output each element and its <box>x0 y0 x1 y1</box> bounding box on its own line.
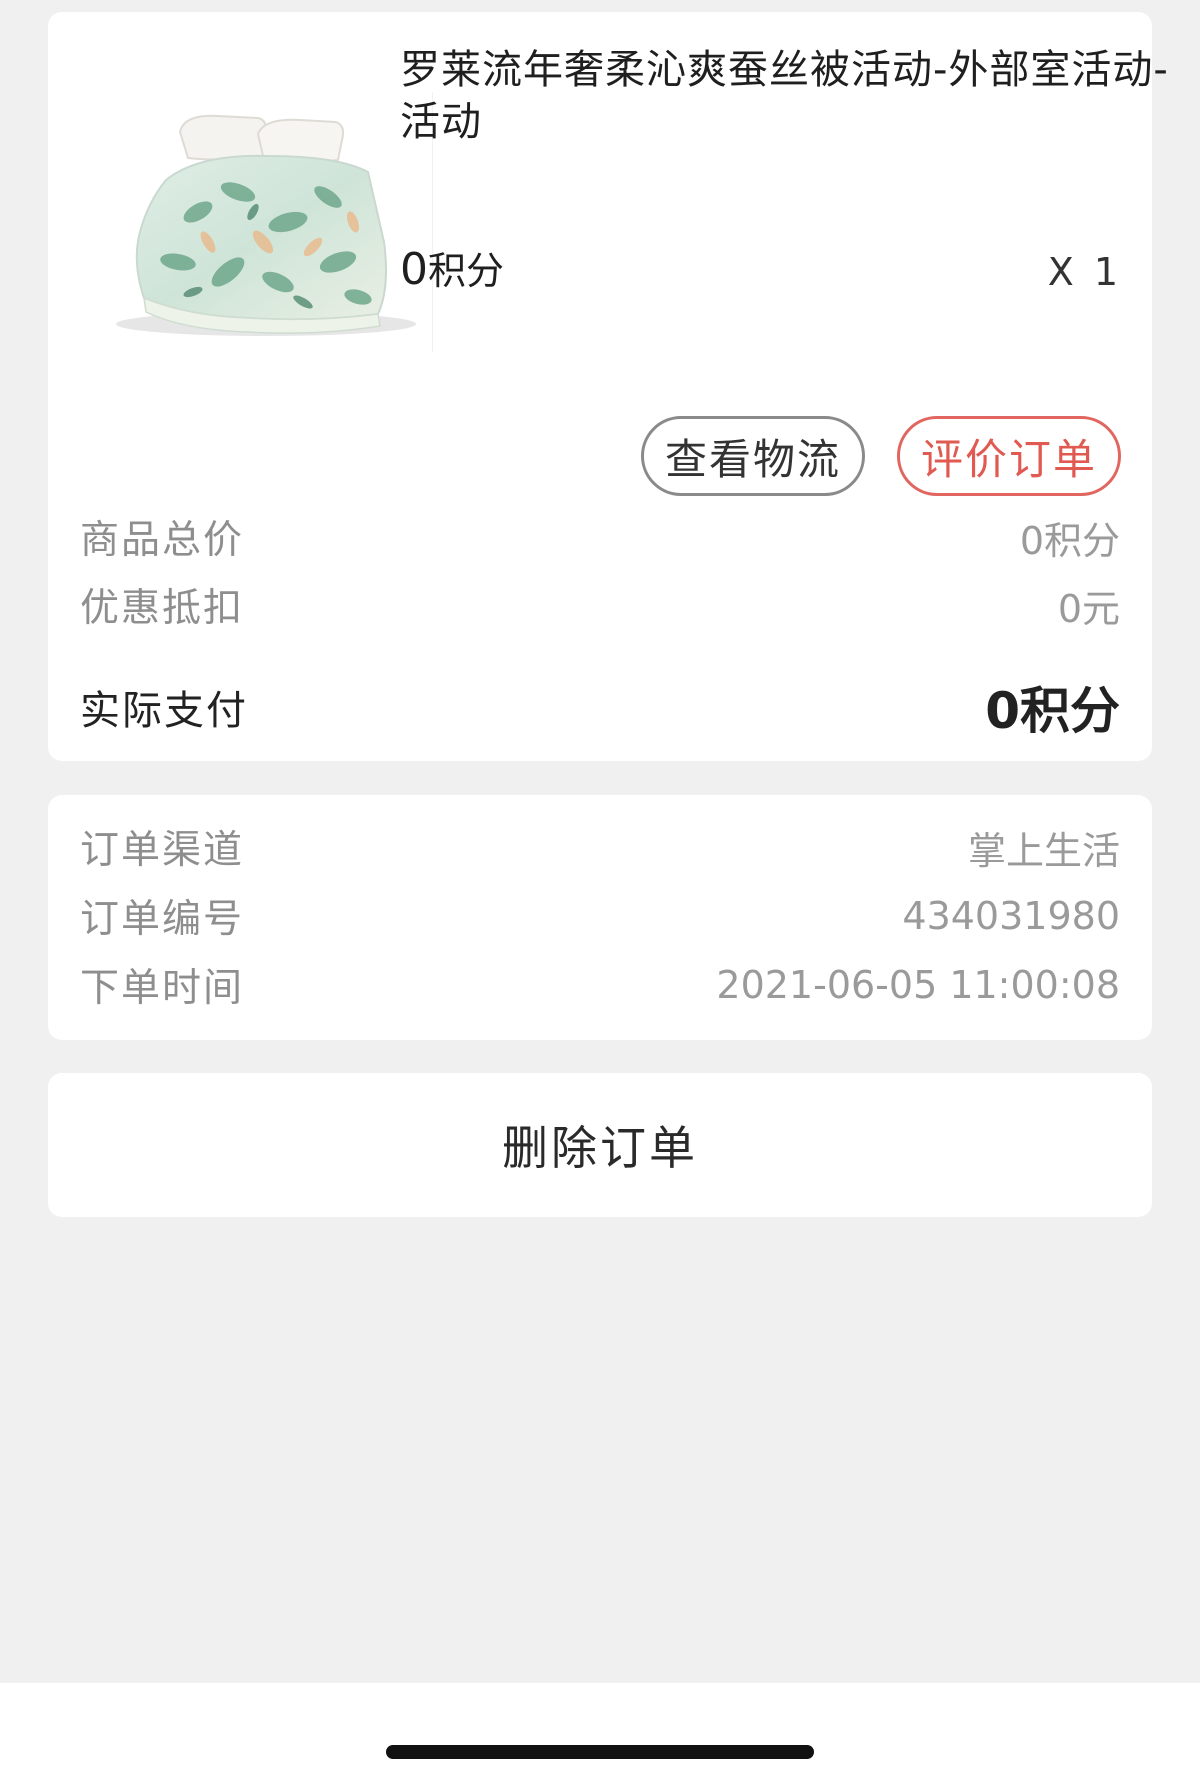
view-logistics-button[interactable]: 查看物流 <box>641 416 865 496</box>
order-time-label: 下单时间 <box>80 966 245 1011</box>
order-channel-row: 订单渠道 掌上生活 <box>80 819 1120 875</box>
total-price-row: 商品总价 0积分 <box>80 509 1120 565</box>
product-card: 罗莱流年奢柔沁爽蚕丝被活动-外部室活动-活动 0积分 X 1 查看物流 评价订单 <box>48 12 1168 507</box>
price-summary-card: 商品总价 0积分 优惠抵扣 0元 实际支付 0积分 <box>48 507 1152 761</box>
order-channel-value: 掌上生活 <box>967 828 1120 873</box>
order-time-value: 2021-06-05 11:00:08 <box>716 963 1120 1007</box>
product-price: 0积分 <box>400 240 504 295</box>
order-number-row: 订单编号 434031980 <box>80 888 1120 944</box>
order-number-value[interactable]: 434031980 <box>902 894 1120 938</box>
order-info-card: 订单渠道 掌上生活 订单编号 434031980 下单时间 2021-06-05… <box>48 795 1152 1040</box>
product-quantity: X 1 <box>1047 250 1122 294</box>
actual-payment-value: 0积分 <box>985 682 1120 740</box>
home-indicator[interactable] <box>386 1745 814 1759</box>
total-price-label: 商品总价 <box>80 518 245 563</box>
bedding-product-image <box>116 114 416 336</box>
delete-order-label: 删除订单 <box>502 1121 698 1175</box>
product-price-number: 0 <box>400 244 428 295</box>
review-order-button[interactable]: 评价订单 <box>897 416 1121 496</box>
product-image[interactable] <box>88 92 433 352</box>
product-title[interactable]: 罗莱流年奢柔沁爽蚕丝被活动-外部室活动-活动 <box>400 44 1190 148</box>
product-price-unit: 积分 <box>428 249 505 293</box>
order-detail-page: 罗莱流年奢柔沁爽蚕丝被活动-外部室活动-活动 0积分 X 1 查看物流 评价订单… <box>0 0 1200 1782</box>
total-price-value: 0积分 <box>1019 518 1120 563</box>
discount-row: 优惠抵扣 0元 <box>80 577 1120 633</box>
discount-label: 优惠抵扣 <box>80 586 245 631</box>
order-time-row: 下单时间 2021-06-05 11:00:08 <box>80 957 1120 1013</box>
bottom-safe-area <box>0 1683 1200 1782</box>
order-number-label: 订单编号 <box>80 897 245 942</box>
discount-value: 0元 <box>1057 586 1120 631</box>
delete-order-button[interactable]: 删除订单 <box>48 1073 1152 1217</box>
order-channel-label: 订单渠道 <box>80 828 245 873</box>
actual-payment-label: 实际支付 <box>80 688 248 734</box>
actual-payment-row: 实际支付 0积分 <box>80 671 1120 743</box>
